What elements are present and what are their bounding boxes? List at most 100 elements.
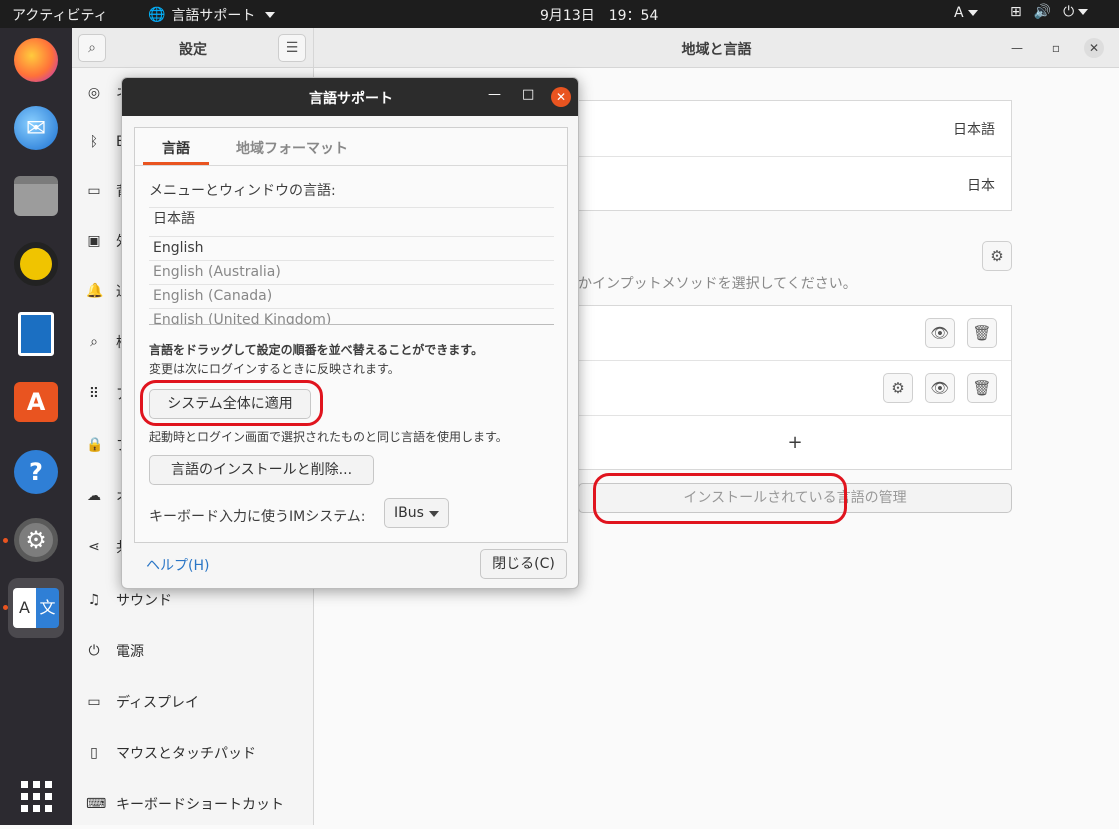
speaker-icon xyxy=(14,242,58,286)
sidebar-item-mouse[interactable]: ▯ マウスとタッチパッド xyxy=(72,728,314,778)
sidebar-item-display[interactable]: ▭ ディスプレイ xyxy=(72,677,314,727)
trash-icon: 🗑 xyxy=(972,324,992,342)
grid-icon xyxy=(20,780,52,812)
folder-icon xyxy=(14,176,58,216)
language-support-launcher[interactable]: A 文 xyxy=(8,578,64,638)
network-icon: ⊞ xyxy=(1010,4,1022,20)
formats-value[interactable]: 日本 xyxy=(967,175,995,195)
app-menu[interactable]: 🌐 言語サポート xyxy=(148,5,276,25)
input-sources-card: 👁 🗑 ⚙ 👁 🗑 + xyxy=(578,305,1012,470)
chevron-down-icon xyxy=(265,12,276,18)
im-system-select[interactable]: IBus xyxy=(384,498,449,528)
thunderbird-icon: ✉ xyxy=(14,106,58,150)
tab-indicator xyxy=(143,162,209,165)
input-hint: かインプットメソッドを選択してください。 xyxy=(578,276,857,292)
minimize-button[interactable]: — xyxy=(1007,38,1027,58)
document-icon xyxy=(18,312,54,356)
sidebar-item-keyboard-shortcuts[interactable]: ⌨ キーボードショートカット xyxy=(72,779,314,829)
hamburger-icon: ☰ xyxy=(285,40,299,56)
language-value[interactable]: 日本語 xyxy=(953,119,995,139)
appearance-icon: ▣ xyxy=(87,233,101,249)
background-icon: ▭ xyxy=(87,183,101,199)
minimize-button[interactable]: — xyxy=(488,87,501,102)
tab-language[interactable]: 言語 xyxy=(162,138,190,158)
activities-button[interactable]: アクティビティ xyxy=(12,5,108,25)
chevron-down-icon xyxy=(967,10,978,16)
help-launcher[interactable]: ? xyxy=(8,444,64,500)
settings-sidebar-header: ⌕ 設定 ☰ xyxy=(72,28,314,68)
input-options-button[interactable]: ⚙ xyxy=(883,373,913,403)
system-tray[interactable]: ⊞ 🔊 ⏻ xyxy=(1010,4,1089,20)
settings-launcher[interactable]: ⚙ xyxy=(8,512,64,568)
maximize-button[interactable]: ▫ xyxy=(1046,38,1066,58)
writer-launcher[interactable] xyxy=(8,306,64,362)
lock-icon: 🔒 xyxy=(86,437,104,453)
list-item[interactable]: English (Canada) xyxy=(149,284,554,308)
cloud-icon: ☁ xyxy=(87,488,101,504)
search-icon: ⌕ xyxy=(90,334,98,350)
app-menu-label: 言語サポート xyxy=(171,8,256,24)
software-launcher[interactable]: A xyxy=(8,374,64,430)
music-note-icon: ♫ xyxy=(87,592,101,608)
show-apps-button[interactable] xyxy=(8,768,64,824)
relogin-hint: 変更は次にログインするときに反映されます。 xyxy=(149,362,400,376)
highlight-annotation xyxy=(140,380,323,426)
mouse-icon: ▯ xyxy=(90,745,98,761)
rhythmbox-launcher[interactable] xyxy=(8,236,64,292)
list-item[interactable]: English (Australia) xyxy=(149,260,554,284)
remove-button[interactable]: 🗑 xyxy=(967,373,997,403)
list-item[interactable]: English (United Kingdom) xyxy=(149,308,554,324)
menu-button[interactable]: ☰ xyxy=(278,34,306,62)
remove-button[interactable]: 🗑 xyxy=(967,318,997,348)
apply-hint: 起動時とログイン画面で選択されたものと同じ言語を使用します。 xyxy=(149,430,508,444)
chevron-down-icon xyxy=(429,511,439,517)
firefox-launcher[interactable] xyxy=(8,32,64,88)
language-icon: A 文 xyxy=(13,588,59,628)
language-list[interactable]: 日本語 English English (Australia) English … xyxy=(149,207,554,325)
input-method-indicator[interactable]: A xyxy=(954,5,978,21)
thunderbird-launcher[interactable]: ✉ xyxy=(8,100,64,156)
top-bar: アクティビティ 🌐 言語サポート 9月13日 19：54 A ⊞ 🔊 ⏻ xyxy=(0,0,1119,28)
dialog-titlebar: 言語サポート — □ ✕ xyxy=(122,78,578,116)
bell-icon: 🔔 xyxy=(86,283,104,299)
dialog-title: 言語サポート xyxy=(309,91,393,107)
share-icon: ⋖ xyxy=(88,539,100,555)
globe-icon: 🌐 xyxy=(148,7,166,23)
close-icon: ✕ xyxy=(1088,41,1100,55)
help-link[interactable]: ヘルプ(H) xyxy=(146,555,209,575)
close-button[interactable]: ✕ xyxy=(1084,38,1104,58)
help-icon: ? xyxy=(14,450,58,494)
gear-icon: ⚙ xyxy=(990,247,1004,265)
close-icon: ✕ xyxy=(555,90,567,104)
eye-icon: 👁 xyxy=(930,379,950,397)
page-title: 地域と言語 xyxy=(681,42,752,58)
install-remove-languages-button[interactable]: 言語のインストールと削除... xyxy=(149,455,374,485)
list-item[interactable]: 日本語 xyxy=(149,207,554,231)
list-item[interactable]: English xyxy=(149,236,554,260)
dock: ✉ A ? ⚙ A 文 xyxy=(0,28,72,825)
language-support-dialog: 言語サポート — □ ✕ 言語 地域フォーマット メニューとウィンドウの言語: … xyxy=(121,77,579,589)
trash-icon: 🗑 xyxy=(972,379,992,397)
menu-language-label: メニューとウィンドウの言語: xyxy=(149,183,336,199)
preview-button[interactable]: 👁 xyxy=(925,373,955,403)
eye-icon: 👁 xyxy=(930,324,950,342)
close-button[interactable]: ✕ xyxy=(551,87,571,107)
main-header: 地域と言語 — ▫ ✕ xyxy=(314,28,1119,68)
sidebar-item-power[interactable]: ⏻ 電源 xyxy=(72,626,314,676)
shopping-bag-icon: A xyxy=(14,382,58,422)
clock[interactable]: 9月13日 19：54 xyxy=(540,5,658,25)
input-settings-button[interactable]: ⚙ xyxy=(982,241,1012,271)
firefox-icon xyxy=(14,38,58,82)
files-launcher[interactable] xyxy=(8,168,64,224)
globe-icon: ◎ xyxy=(87,85,101,101)
apps-icon: ⠿ xyxy=(88,386,100,402)
add-input-source-button[interactable]: + xyxy=(579,416,1011,470)
keyboard-icon: ⌨ xyxy=(86,796,107,812)
close-dialog-button[interactable]: 閉じる(C) xyxy=(480,549,567,579)
drag-hint: 言語をドラッグして設定の順番を並べ替えることができます。 xyxy=(149,343,484,357)
preview-button[interactable]: 👁 xyxy=(925,318,955,348)
tab-bar: 言語 地域フォーマット xyxy=(135,128,567,166)
tab-regional-formats[interactable]: 地域フォーマット xyxy=(236,138,348,158)
maximize-button[interactable]: □ xyxy=(522,87,534,102)
power-icon: ⏻ xyxy=(1063,4,1089,20)
